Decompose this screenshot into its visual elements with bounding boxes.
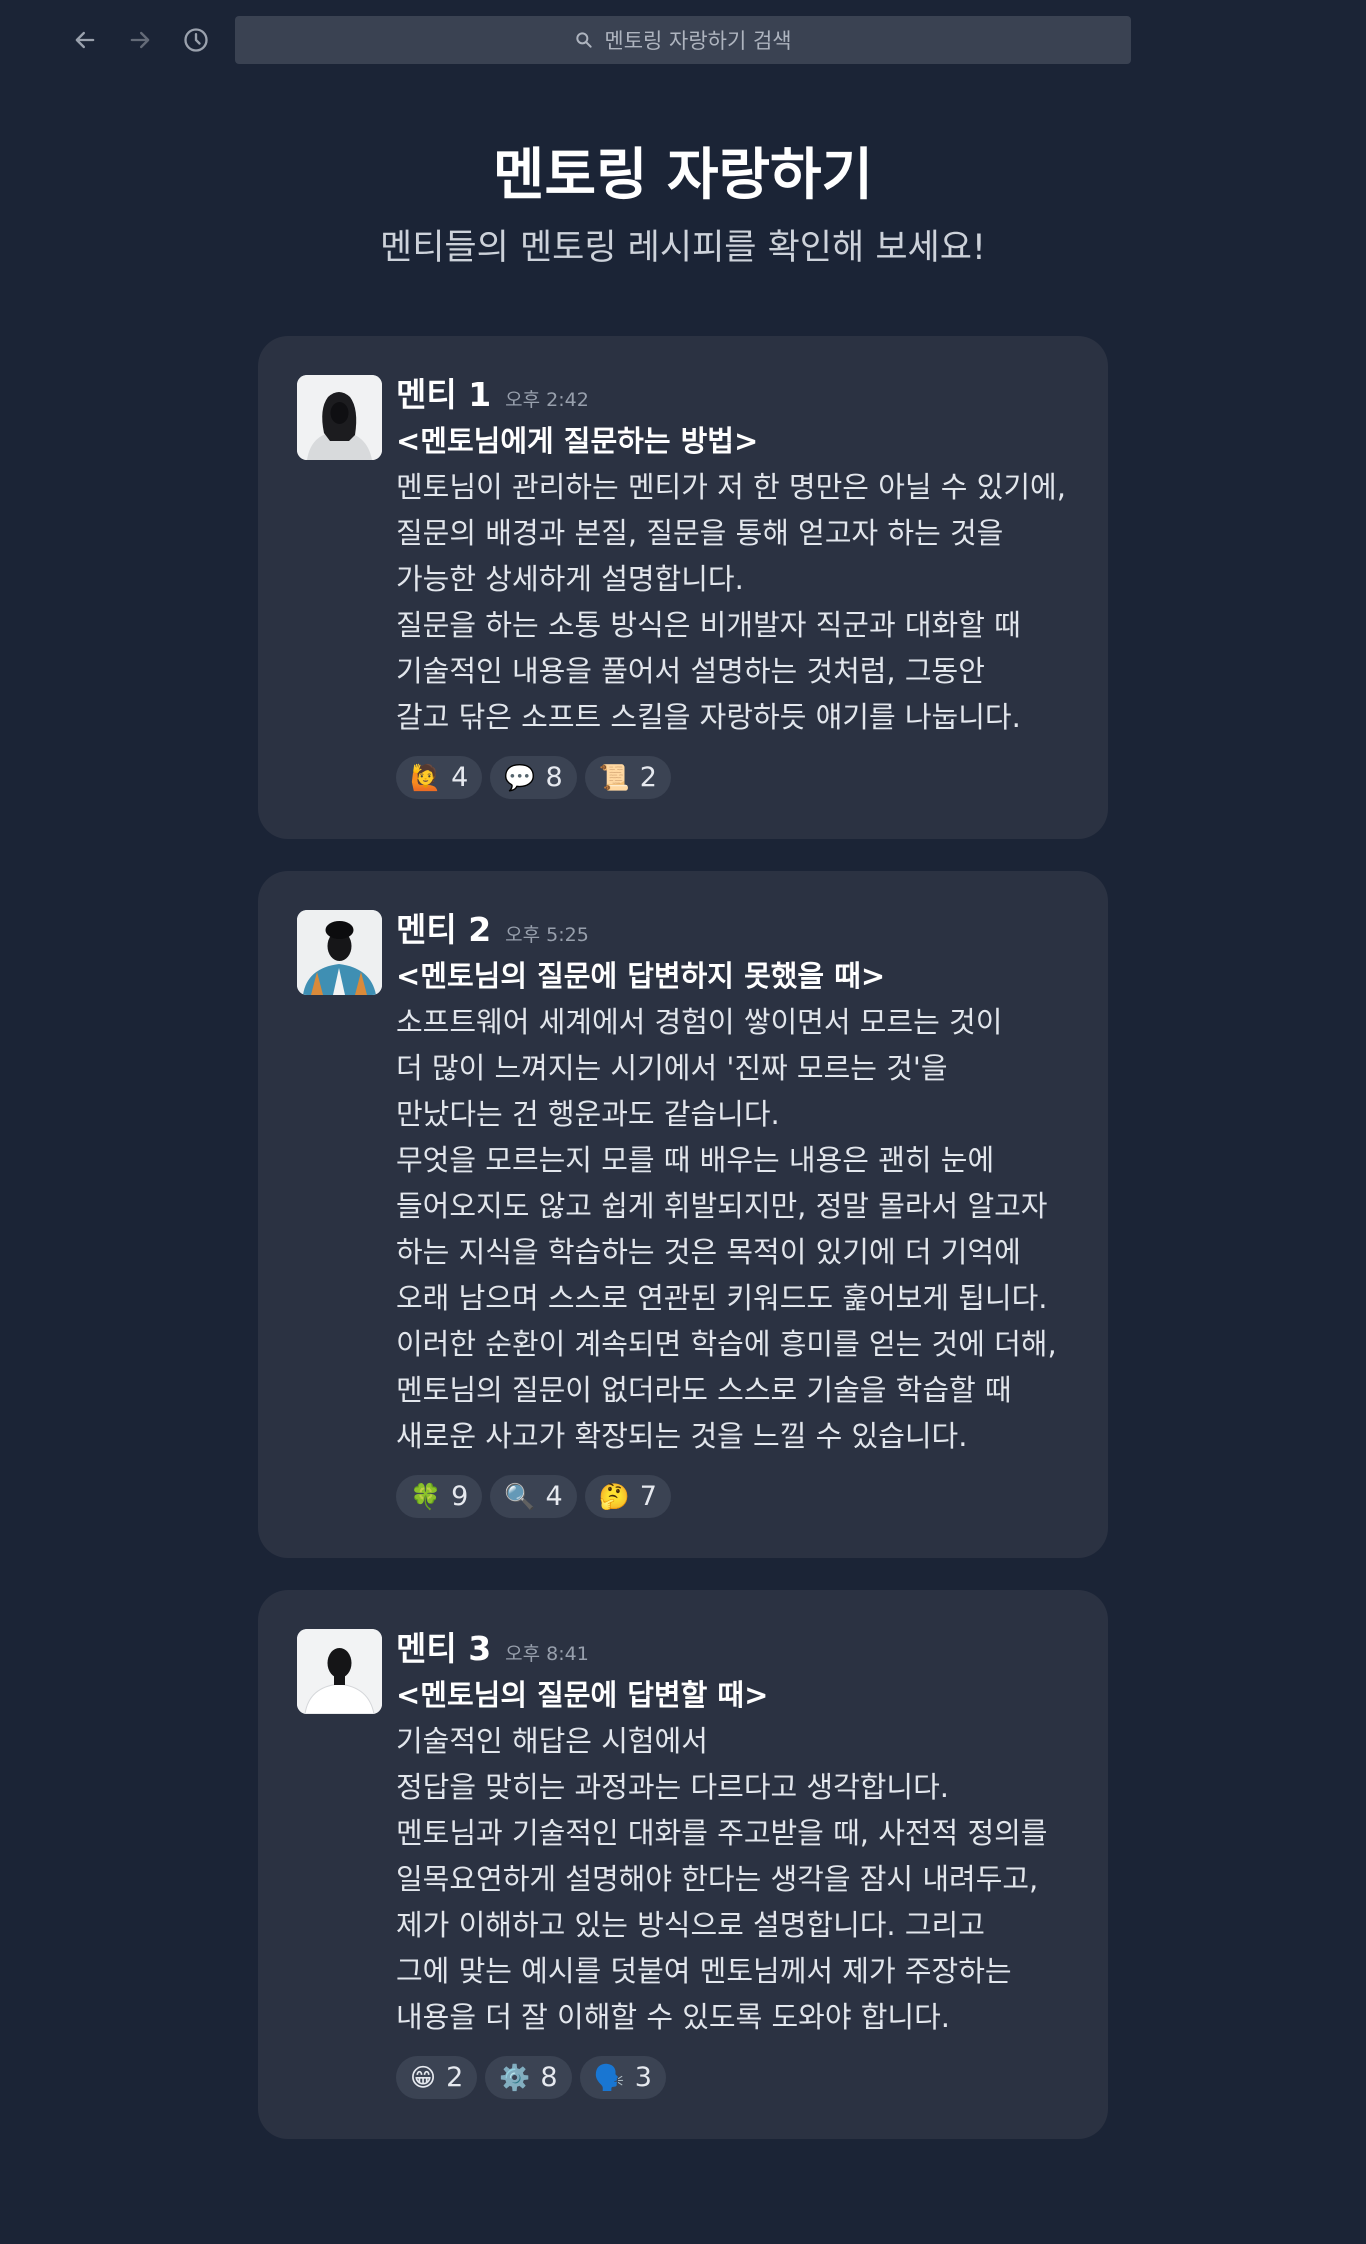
reaction-count: 9: [451, 1481, 469, 1512]
author-name[interactable]: 멘티 1: [396, 374, 491, 416]
body-line: 하는 지식을 학습하는 것은 목적이 있기에 더 기억에: [396, 1235, 1021, 1269]
body-line: 멘토님의 질문이 없더라도 스스로 기술을 학습할 때: [396, 1373, 1012, 1407]
post-card: 멘티 2 오후 5:25 <멘토님의 질문에 답변하지 못했을 때> 소프트웨어…: [258, 871, 1108, 1558]
post-body: 소프트웨어 세계에서 경험이 쌓이면서 모르는 것이 더 많이 느껴지는 시기에…: [396, 999, 1058, 1459]
reaction-magnifier[interactable]: 🔍 4: [490, 1475, 577, 1518]
body-line: 질문의 배경과 본질, 질문을 통해 얻고자 하는 것을: [396, 516, 1004, 550]
reaction-count: 3: [634, 2062, 652, 2093]
body-line: 그에 맞는 예시를 덧붙여 멘토님께서 제가 주장하는: [396, 1954, 1012, 1988]
search-placeholder: 멘토링 자랑하기 검색: [604, 29, 792, 53]
post-feed: 멘티 1 오후 2:42 <멘토님에게 질문하는 방법> 멘토님이 관리하는 멘…: [0, 336, 1366, 2139]
body-line: 오래 남으며 스스로 연관된 키워드도 훑어보게 됩니다.: [396, 1281, 1048, 1315]
body-line: 일목요연하게 설명해야 한다는 생각을 잠시 내려두고,: [396, 1862, 1039, 1896]
speaking-head-icon: 🗣️: [593, 2063, 625, 2092]
magnifier-icon: 🔍: [504, 1482, 536, 1511]
post-timestamp: 오후 5:25: [505, 924, 589, 946]
reaction-bar: 😁 2 ⚙️ 8 🗣️ 3: [396, 2056, 1058, 2099]
gear-icon: ⚙️: [499, 2063, 531, 2092]
body-line: 가능한 상세하게 설명합니다.: [396, 562, 744, 596]
clover-icon: 🍀: [410, 1482, 442, 1511]
body-line: 멘토님이 관리하는 멘티가 저 한 명만은 아닐 수 있기에,: [396, 470, 1066, 504]
page-title: 멘토링 자랑하기: [492, 143, 874, 208]
reaction-grinning-face[interactable]: 😁 2: [396, 2056, 478, 2099]
arrow-right-icon: [130, 31, 150, 49]
body-line: 기술적인 해답은 시험에서: [396, 1724, 708, 1758]
body-line: 더 많이 느껴지는 시기에서 '진짜 모르는 것'을: [396, 1051, 948, 1085]
author-name[interactable]: 멘티 3: [396, 1628, 491, 1670]
body-line: 갈고 닦은 소프트 스킬을 자랑하듯 얘기를 나눕니다.: [396, 700, 1021, 734]
avatar[interactable]: [297, 1629, 382, 1714]
reaction-count: 2: [639, 762, 657, 793]
reaction-bar: 🍀 9 🔍 4 🤔 7: [396, 1475, 1058, 1518]
post-title: <멘토님의 질문에 답변하지 못했을 때>: [396, 959, 886, 993]
body-line: 정답을 맞히는 과정과는 다르다고 생각합니다.: [396, 1770, 950, 1804]
post-body: 기술적인 해답은 시험에서 정답을 맞히는 과정과는 다르다고 생각합니다. 멘…: [396, 1718, 1058, 2040]
post-timestamp: 오후 2:42: [505, 389, 589, 411]
reaction-count: 4: [451, 762, 469, 793]
reaction-count: 8: [540, 2062, 558, 2093]
post-timestamp: 오후 8:41: [505, 1643, 589, 1665]
search-icon: [576, 32, 593, 48]
post-meta: 멘티 3 오후 8:41: [396, 1628, 1058, 1670]
post-title: <멘토님의 질문에 답변할 때>: [396, 1678, 769, 1712]
body-line: 소프트웨어 세계에서 경험이 쌓이면서 모르는 것이: [396, 1005, 1003, 1039]
post-meta: 멘티 1 오후 2:42: [396, 374, 1058, 416]
person-photo-icon: [297, 910, 382, 995]
reaction-speaking-head[interactable]: 🗣️ 3: [579, 2056, 666, 2099]
body-line: 들어오지도 않고 쉽게 휘발되지만, 정말 몰라서 알고자: [396, 1189, 1048, 1223]
speech-bubble-icon: 💬: [504, 763, 536, 792]
reaction-count: 8: [545, 762, 563, 793]
search-input[interactable]: 멘토링 자랑하기 검색: [235, 16, 1131, 64]
post-body: 멘토님이 관리하는 멘티가 저 한 명만은 아닐 수 있기에, 질문의 배경과 …: [396, 464, 1066, 740]
clock-icon: [184, 28, 208, 52]
history-button[interactable]: [178, 22, 214, 58]
reaction-count: 7: [639, 1481, 657, 1512]
top-navigation-bar: 멘토링 자랑하기 검색: [0, 0, 1366, 80]
reaction-clover[interactable]: 🍀 9: [396, 1475, 483, 1518]
thinking-face-icon: 🤔: [598, 1482, 630, 1511]
body-line: 질문을 하는 소통 방식은 비개발자 직군과 대화할 때: [396, 608, 1021, 642]
person-photo-icon: [297, 375, 382, 460]
body-line: 기술적인 내용을 풀어서 설명하는 것처럼, 그동안: [396, 654, 985, 688]
avatar[interactable]: [297, 910, 382, 995]
reaction-raising-hand[interactable]: 🙋 4: [396, 756, 483, 799]
grinning-face-icon: 😁: [410, 2063, 437, 2092]
scroll-icon: 📜: [598, 763, 630, 792]
raising-hand-icon: 🙋: [410, 763, 442, 792]
person-photo-icon: [297, 1629, 382, 1714]
body-line: 멘토님과 기술적인 대화를 주고받을 때, 사전적 정의를: [396, 1816, 1048, 1850]
back-button[interactable]: [67, 22, 103, 58]
page-subtitle: 멘티들의 멘토링 레시피를 확인해 보세요!: [380, 228, 986, 268]
reaction-gear[interactable]: ⚙️ 8: [485, 2056, 572, 2099]
body-line: 제가 이해하고 있는 방식으로 설명합니다. 그리고: [396, 1908, 985, 1942]
body-line: 무엇을 모르는지 모를 때 배우는 내용은 괜히 눈에: [396, 1143, 995, 1177]
post-meta: 멘티 2 오후 5:25: [396, 909, 1058, 951]
forward-button[interactable]: [122, 22, 158, 58]
post-card: 멘티 1 오후 2:42 <멘토님에게 질문하는 방법> 멘토님이 관리하는 멘…: [258, 336, 1108, 839]
post-title: <멘토님에게 질문하는 방법>: [396, 424, 759, 458]
avatar[interactable]: [297, 375, 382, 460]
reaction-speech-bubble[interactable]: 💬 8: [490, 756, 577, 799]
body-line: 만났다는 건 행운과도 같습니다.: [396, 1097, 780, 1131]
reaction-bar: 🙋 4 💬 8 📜 2: [396, 756, 1058, 799]
arrow-left-icon: [75, 31, 95, 49]
author-name[interactable]: 멘티 2: [396, 909, 491, 951]
body-line: 내용을 더 잘 이해할 수 있도록 도와야 합니다.: [396, 2000, 950, 2034]
reaction-count: 4: [545, 1481, 563, 1512]
body-line: 새로운 사고가 확장되는 것을 느낄 수 있습니다.: [396, 1419, 968, 1453]
reaction-thinking-face[interactable]: 🤔 7: [584, 1475, 671, 1518]
reaction-scroll[interactable]: 📜 2: [584, 756, 671, 799]
body-line: 이러한 순환이 계속되면 학습에 흥미를 얻는 것에 더해,: [396, 1327, 1057, 1361]
post-card: 멘티 3 오후 8:41 <멘토님의 질문에 답변할 때> 기술적인 해답은 시…: [258, 1590, 1108, 2139]
page-header: 멘토링 자랑하기 멘티들의 멘토링 레시피를 확인해 보세요!: [0, 142, 1366, 272]
reaction-count: 2: [446, 2062, 464, 2093]
